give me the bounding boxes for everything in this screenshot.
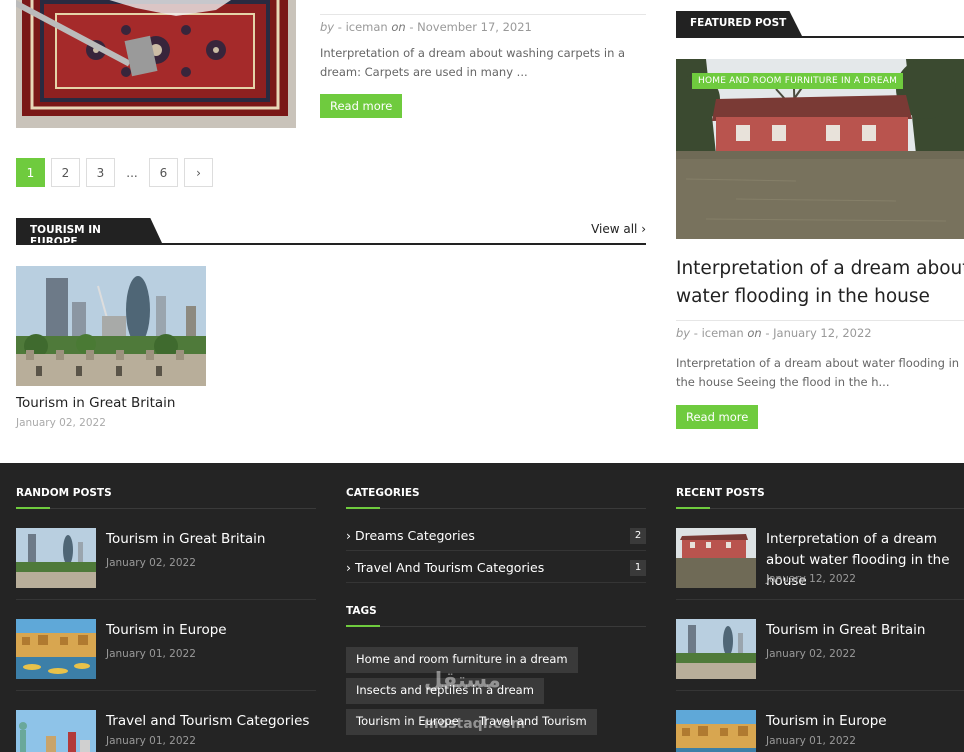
latest-post-body: by - iceman on - November 17, 2021 Inter… bbox=[320, 0, 646, 118]
page-3-button[interactable]: 3 bbox=[86, 158, 115, 187]
page-last-button[interactable]: 6 bbox=[149, 158, 178, 187]
featured-author[interactable]: - iceman bbox=[694, 326, 744, 340]
next-page-button[interactable]: › bbox=[184, 158, 213, 187]
meta-on: on bbox=[747, 326, 762, 340]
tags-heading: TAGS bbox=[346, 605, 377, 617]
section-title: TOURISM IN EUROPE bbox=[16, 218, 162, 243]
category-label[interactable]: › Travel And Tourism Categories bbox=[346, 560, 544, 575]
featured-category-badge[interactable]: HOME AND ROOM FURNITURE IN A DREAM bbox=[692, 73, 904, 89]
page-1-button[interactable]: 1 bbox=[16, 158, 45, 187]
main-column: by - iceman on - November 17, 2021 Inter… bbox=[16, 0, 646, 429]
featured-header: FEATURED POST bbox=[676, 11, 964, 38]
footer: RANDOM POSTS Tourism in Great Britain Ja… bbox=[0, 463, 964, 752]
post-date: January 02, 2022 bbox=[106, 557, 196, 569]
post-thumbnail[interactable] bbox=[676, 619, 756, 679]
post-title[interactable]: Tourism in Europe bbox=[106, 620, 321, 641]
featured-excerpt: Interpretation of a dream about water fl… bbox=[676, 356, 960, 389]
view-all-link[interactable]: View all › bbox=[591, 222, 646, 236]
post-title[interactable]: Tourism in Great Britain bbox=[106, 529, 321, 550]
post-date: January 01, 2022 bbox=[766, 735, 856, 747]
meta-by: by bbox=[676, 326, 691, 340]
carpet-post-thumbnail[interactable] bbox=[16, 0, 296, 128]
post-thumbnail[interactable] bbox=[16, 619, 96, 679]
categories-heading: CATEGORIES bbox=[346, 487, 420, 499]
post-date: January 02, 2022 bbox=[766, 648, 856, 660]
random-posts-heading: RANDOM POSTS bbox=[16, 487, 112, 499]
tourism-europe-header: TOURISM IN EUROPE View all › bbox=[16, 218, 646, 245]
meta-by: by bbox=[320, 20, 335, 34]
list-item[interactable]: Travel and Tourism Categories January 01… bbox=[16, 691, 316, 752]
recent-posts-widget: RECENT POSTS Interpretation of a dream a… bbox=[676, 463, 964, 752]
post-thumbnail[interactable] bbox=[16, 710, 96, 752]
featured-meta: by - iceman on - January 12, 2022 bbox=[676, 320, 964, 340]
categories-widget: CATEGORIES › Dreams Categories 2 › Trave… bbox=[346, 463, 646, 737]
post-date: January 12, 2022 bbox=[766, 573, 856, 585]
list-item[interactable]: Interpretation of a dream about water fl… bbox=[676, 509, 964, 600]
europe-post-date: January 02, 2022 bbox=[16, 417, 106, 429]
category-item-travel[interactable]: › Travel And Tourism Categories 1 bbox=[346, 551, 646, 583]
great-britain-thumbnail[interactable] bbox=[16, 266, 206, 386]
read-more-button[interactable]: Read more bbox=[320, 94, 403, 118]
featured-title: FEATURED POST bbox=[676, 11, 802, 36]
post-title[interactable]: Tourism in Great Britain bbox=[766, 620, 964, 641]
post-thumbnail[interactable] bbox=[676, 528, 756, 588]
mostaql-watermark-url: mostaql.com bbox=[424, 716, 526, 732]
post-thumbnail[interactable] bbox=[16, 528, 96, 588]
post-meta: by - iceman on - November 17, 2021 bbox=[320, 14, 646, 34]
recent-posts-heading: RECENT POSTS bbox=[676, 487, 765, 499]
mostaql-watermark: مستقل bbox=[424, 668, 501, 692]
post-excerpt: Interpretation of a dream about washing … bbox=[320, 46, 626, 79]
page: by - iceman on - November 17, 2021 Inter… bbox=[0, 0, 964, 752]
latest-post: by - iceman on - November 17, 2021 Inter… bbox=[16, 0, 646, 128]
list-item[interactable]: Tourism in Great Britain January 02, 202… bbox=[16, 509, 316, 600]
featured-date: - January 12, 2022 bbox=[765, 326, 872, 340]
page-ellipsis: ... bbox=[126, 165, 138, 180]
featured-image[interactable]: HOME AND ROOM FURNITURE IN A DREAM bbox=[676, 59, 964, 239]
list-item[interactable]: Tourism in Great Britain January 02, 202… bbox=[676, 600, 964, 691]
post-date: January 01, 2022 bbox=[106, 648, 196, 660]
post-title[interactable]: Travel and Tourism Categories bbox=[106, 711, 321, 732]
post-thumbnail[interactable] bbox=[676, 710, 756, 752]
category-label[interactable]: › Dreams Categories bbox=[346, 528, 475, 543]
featured-post-title[interactable]: Interpretation of a dream about water fl… bbox=[676, 255, 964, 311]
post-date: January 01, 2022 bbox=[106, 735, 196, 747]
category-count-badge: 2 bbox=[630, 528, 646, 544]
europe-post-title[interactable]: Tourism in Great Britain bbox=[16, 395, 206, 411]
post-date: - November 17, 2021 bbox=[409, 20, 532, 34]
post-author[interactable]: - iceman bbox=[338, 20, 388, 34]
random-posts-widget: RANDOM POSTS Tourism in Great Britain Ja… bbox=[16, 463, 316, 752]
heading-underline bbox=[346, 507, 646, 509]
meta-on: on bbox=[391, 20, 406, 34]
list-item[interactable]: Tourism in Europe January 01, 2022 bbox=[16, 600, 316, 691]
featured-read-more-button[interactable]: Read more bbox=[676, 405, 759, 429]
chevron-right-icon: › bbox=[196, 165, 201, 180]
page-2-button[interactable]: 2 bbox=[51, 158, 80, 187]
pagination: 1 2 3 ... 6 › bbox=[16, 158, 213, 187]
europe-post-card[interactable]: Tourism in Great Britain January 02, 202… bbox=[16, 266, 206, 429]
category-item-dreams[interactable]: › Dreams Categories 2 bbox=[346, 519, 646, 551]
post-title[interactable]: Tourism in Europe bbox=[766, 711, 964, 732]
category-count-badge: 1 bbox=[630, 560, 646, 576]
list-item[interactable]: Tourism in Europe January 01, 2022 bbox=[676, 691, 964, 752]
